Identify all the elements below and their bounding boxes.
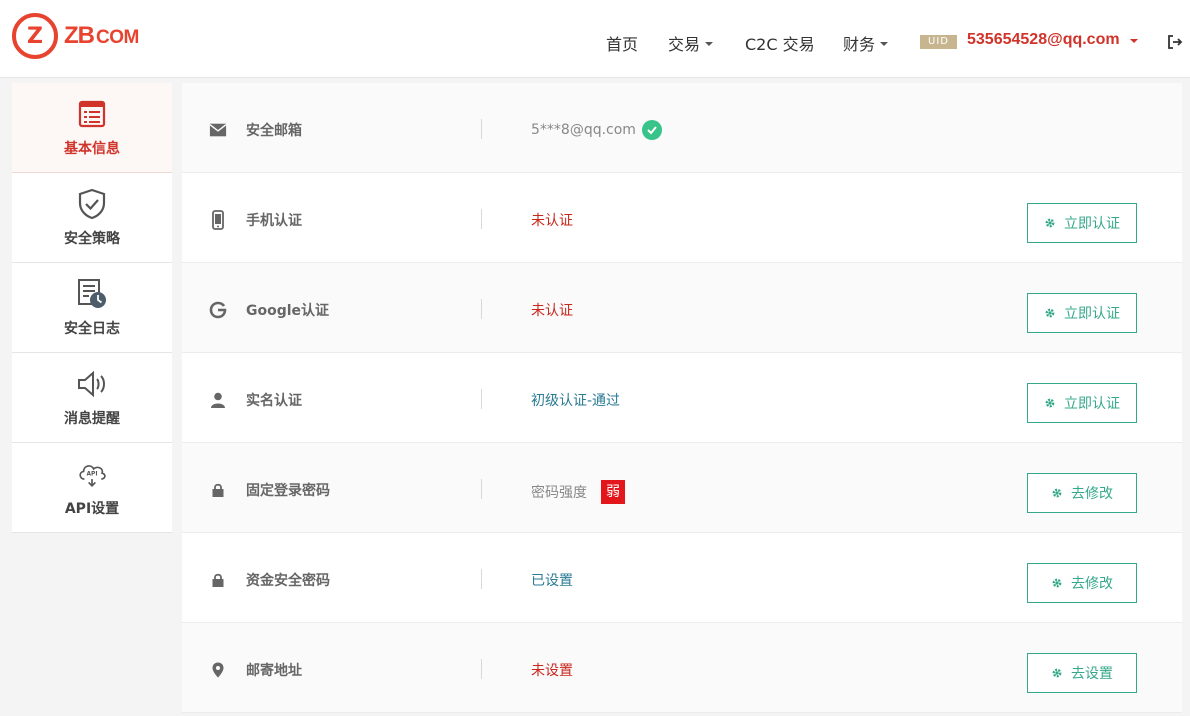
logo-suffix: COM <box>96 27 139 48</box>
sidebar: 基本信息 安全策略 安全日志 消息提醒 API API设置 <box>12 83 172 533</box>
row-mailing-address: 邮寄地址 未设置 去设置 <box>182 623 1182 713</box>
gear-icon <box>1051 667 1063 679</box>
row-value: 已设置 <box>531 573 573 589</box>
nav-trade[interactable]: 交易 <box>668 31 714 55</box>
log-clock-icon <box>76 278 108 310</box>
user-email: 535654528@qq.com <box>967 31 1120 48</box>
speaker-icon <box>76 368 108 400</box>
password-strength-label: 密码强度 <box>531 485 587 501</box>
sidebar-item-basic-info[interactable]: 基本信息 <box>12 83 172 173</box>
row-value: 未认证 <box>531 303 573 319</box>
row-value: 密码强度 弱 <box>531 480 625 504</box>
row-login-password: 固定登录密码 密码强度 弱 去修改 <box>182 443 1182 533</box>
sidebar-item-label: 消息提醒 <box>64 410 120 427</box>
row-divider <box>481 569 482 589</box>
svg-text:API: API <box>86 471 97 477</box>
nav-home[interactable]: 首页 <box>606 31 638 55</box>
row-fund-password: 资金安全密码 已设置 去修改 <box>182 533 1182 623</box>
row-value: 未认证 <box>531 213 573 229</box>
set-address-button[interactable]: 去设置 <box>1027 653 1137 693</box>
location-pin-icon <box>209 661 227 679</box>
logout-icon[interactable] <box>1167 34 1183 50</box>
shield-check-icon <box>76 188 108 220</box>
change-login-password-button[interactable]: 去修改 <box>1027 473 1137 513</box>
button-label: 立即认证 <box>1064 306 1120 322</box>
verified-check-icon <box>641 120 662 140</box>
logo-name: ZB <box>64 22 95 49</box>
verify-identity-button[interactable]: 立即认证 <box>1027 383 1137 423</box>
sidebar-item-notifications[interactable]: 消息提醒 <box>12 353 172 443</box>
nav-trade-label: 交易 <box>668 35 701 54</box>
caret-down-icon <box>1129 39 1138 43</box>
row-phone-verification: 手机认证 未认证 立即认证 <box>182 173 1182 263</box>
row-divider <box>481 479 482 499</box>
button-label: 去修改 <box>1071 576 1113 592</box>
row-value: 未设置 <box>531 663 573 679</box>
security-settings-list: 安全邮箱 5***8@qq.com 手机认证 未认证 立即认证 Google认证… <box>182 83 1182 713</box>
button-label: 去修改 <box>1071 486 1113 502</box>
row-divider <box>481 209 482 229</box>
zb-logo[interactable]: Z ZB COM <box>12 13 139 59</box>
sidebar-item-api-settings[interactable]: API API设置 <box>12 443 172 533</box>
row-divider <box>481 659 482 679</box>
gear-icon <box>1044 307 1056 319</box>
gear-icon <box>1044 397 1056 409</box>
logo-text: ZB COM <box>64 22 139 50</box>
button-label: 去设置 <box>1071 666 1113 682</box>
nav-finance-label: 财务 <box>843 35 876 54</box>
lock-icon <box>209 571 227 589</box>
top-header: Z ZB COM 首页 交易 C2C 交易 财务 UID 535654528@q… <box>0 0 1190 78</box>
api-cloud-icon: API <box>76 458 108 490</box>
nav-c2c[interactable]: C2C 交易 <box>745 31 815 55</box>
google-icon <box>209 301 227 319</box>
uid-badge: UID <box>920 35 957 49</box>
masked-email: 5***8@qq.com <box>531 122 636 138</box>
user-icon <box>209 391 227 409</box>
row-value: 初级认证-通过 <box>531 393 621 409</box>
row-real-name-verification: 实名认证 初级认证-通过 立即认证 <box>182 353 1182 443</box>
phone-icon <box>209 210 227 230</box>
sidebar-item-label: API设置 <box>64 500 120 517</box>
row-divider <box>481 119 482 139</box>
nav-home-label: 首页 <box>606 35 639 54</box>
sidebar-item-security-policy[interactable]: 安全策略 <box>12 173 172 263</box>
strength-badge: 弱 <box>601 480 625 504</box>
envelope-icon <box>209 121 227 139</box>
caret-down-icon <box>705 42 714 46</box>
row-value: 5***8@qq.com <box>531 120 662 140</box>
row-security-email: 安全邮箱 5***8@qq.com <box>182 83 1182 173</box>
list-icon <box>76 98 108 130</box>
caret-down-icon <box>880 42 889 46</box>
row-label: 资金安全密码 <box>246 573 330 589</box>
row-label: 邮寄地址 <box>246 663 302 679</box>
row-label: 安全邮箱 <box>246 123 302 139</box>
row-divider <box>481 389 482 409</box>
button-label: 立即认证 <box>1064 396 1120 412</box>
user-menu[interactable]: 535654528@qq.com <box>967 31 1138 49</box>
row-google-verification: Google认证 未认证 立即认证 <box>182 263 1182 353</box>
row-label: 实名认证 <box>246 393 302 409</box>
logo-mark-icon: Z <box>12 13 58 59</box>
sidebar-item-label: 基本信息 <box>64 140 120 157</box>
lock-icon <box>209 481 227 499</box>
button-label: 立即认证 <box>1064 216 1120 232</box>
verify-phone-button[interactable]: 立即认证 <box>1027 203 1137 243</box>
gear-icon <box>1044 217 1056 229</box>
change-fund-password-button[interactable]: 去修改 <box>1027 563 1137 603</box>
gear-icon <box>1051 487 1063 499</box>
gear-icon <box>1051 577 1063 589</box>
row-label: 固定登录密码 <box>246 483 330 499</box>
nav-c2c-label: C2C 交易 <box>745 35 815 54</box>
row-label: Google认证 <box>246 303 330 319</box>
verify-google-button[interactable]: 立即认证 <box>1027 293 1137 333</box>
sidebar-item-label: 安全日志 <box>64 320 120 337</box>
row-label: 手机认证 <box>246 213 302 229</box>
sidebar-item-security-log[interactable]: 安全日志 <box>12 263 172 353</box>
sidebar-item-label: 安全策略 <box>64 230 120 247</box>
nav-finance[interactable]: 财务 <box>843 31 889 55</box>
row-divider <box>481 299 482 319</box>
